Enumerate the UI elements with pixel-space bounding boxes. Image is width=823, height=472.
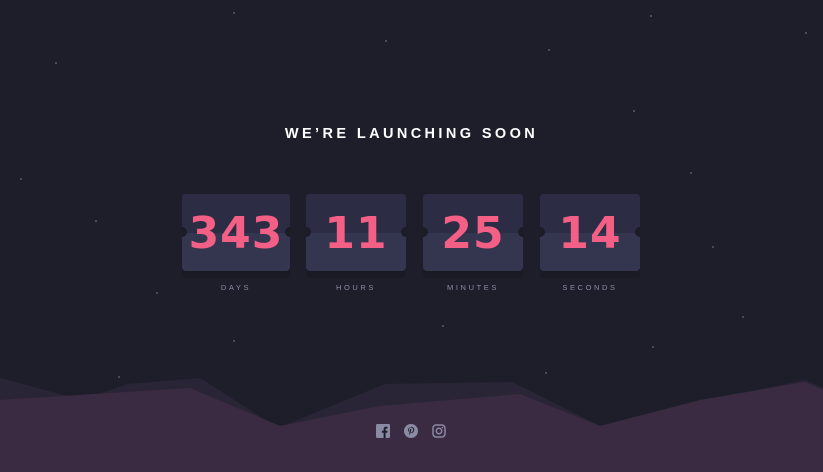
page-title: WE’RE LAUNCHING SOON xyxy=(284,126,539,142)
countdown-minutes: 25 MINUTES xyxy=(423,194,523,292)
flip-card: 14 xyxy=(540,194,640,271)
minutes-label: MINUTES xyxy=(447,283,499,292)
social-links xyxy=(0,424,823,440)
days-value: 343 xyxy=(188,208,284,259)
flip-card: 11 xyxy=(306,194,406,271)
flip-card: 343 xyxy=(182,194,290,271)
seconds-label: SECONDS xyxy=(562,283,618,292)
hours-value: 11 xyxy=(324,208,388,259)
launch-page: { "headline": "WE’RE LAUNCHING SOON", "c… xyxy=(0,0,823,472)
flip-card: 25 xyxy=(423,194,523,271)
facebook-icon[interactable] xyxy=(376,424,390,438)
instagram-icon[interactable] xyxy=(432,424,446,438)
countdown-days: 343 DAYS xyxy=(182,194,290,292)
countdown-hours: 11 HOURS xyxy=(306,194,406,292)
pinterest-icon[interactable] xyxy=(404,424,418,438)
minutes-value: 25 xyxy=(441,208,505,259)
days-label: DAYS xyxy=(220,283,252,292)
countdown-seconds: 14 SECONDS xyxy=(540,194,640,292)
hours-label: HOURS xyxy=(335,283,377,292)
seconds-value: 14 xyxy=(558,208,622,259)
hills-illustration xyxy=(0,378,823,472)
